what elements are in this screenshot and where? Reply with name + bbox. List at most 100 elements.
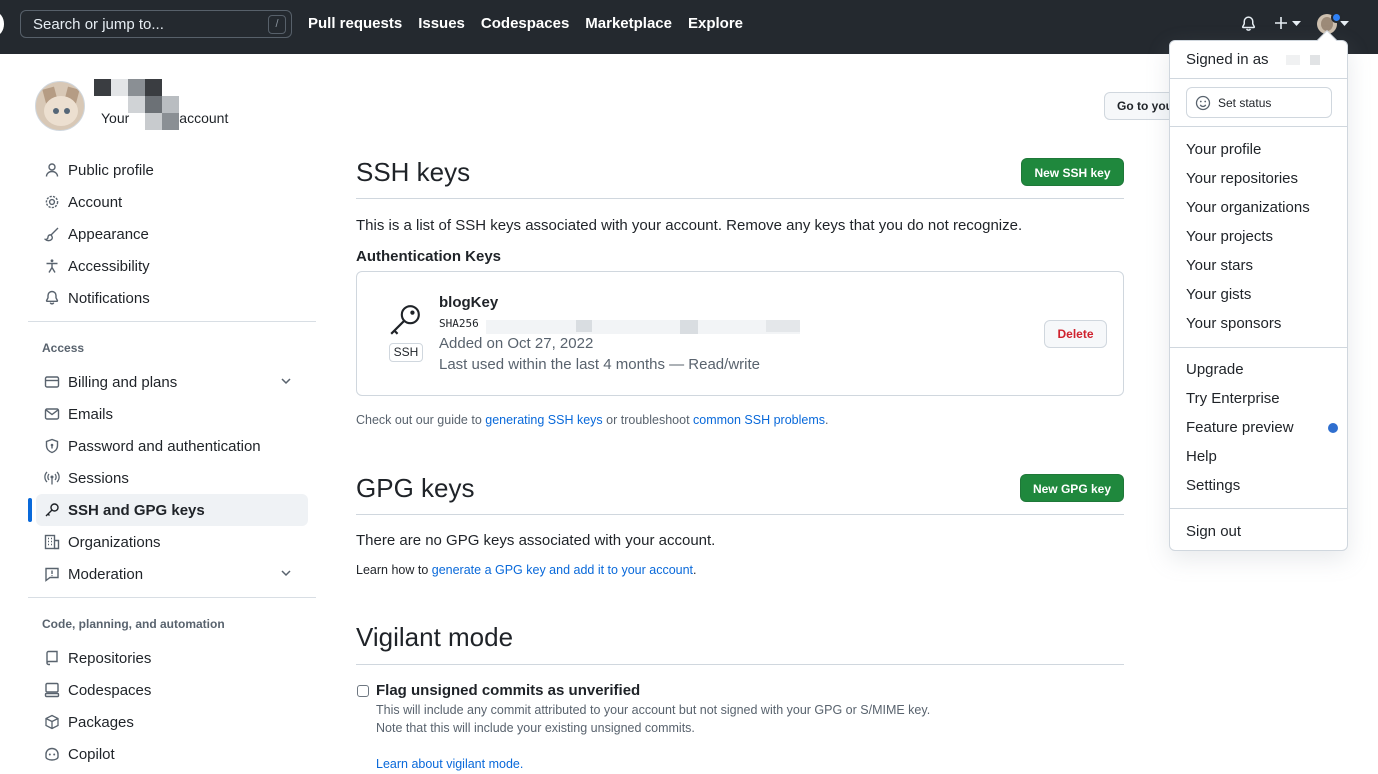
mail-icon [44,406,68,422]
sidebar-heading-access: Access [42,341,85,355]
sidebar-item-notifications[interactable]: Notifications [36,282,308,314]
generate-gpg-key-link[interactable]: generate a GPG key and add it to your ac… [432,563,693,577]
bell-icon[interactable] [1240,15,1257,33]
menu-your-stars[interactable]: Your stars [1186,257,1253,274]
sidebar-item-label: Password and authentication [68,437,261,455]
delete-ssh-key-button[interactable]: Delete [1044,320,1107,348]
sidebar-item-accessibility[interactable]: Accessibility [36,250,308,282]
menu-your-organizations[interactable]: Your organizations [1186,199,1310,216]
paintbrush-icon [44,226,68,242]
auth-keys-heading: Authentication Keys [356,248,502,265]
sidebar-item-appearance[interactable]: Appearance [36,218,308,250]
ssh-guide-post: . [825,413,829,427]
nav-marketplace[interactable]: Marketplace [585,15,672,32]
new-gpg-key-button[interactable]: New GPG key [1020,474,1124,502]
common-ssh-problems-link[interactable]: common SSH problems [693,413,825,427]
flag-unsigned-commits-label[interactable]: Flag unsigned commits as unverified [376,682,640,699]
menu-your-projects[interactable]: Your projects [1186,228,1273,245]
gpg-learn-text: Learn how to generate a GPG key and add … [356,563,697,577]
menu-sign-out[interactable]: Sign out [1186,523,1241,540]
profile-avatar[interactable] [35,81,85,131]
redacted-fingerprint [486,320,800,334]
sidebar-item-label: Emails [68,405,114,423]
ssh-guide-pre: Check out our guide to [356,413,486,427]
redacted-username [1280,53,1324,67]
ssh-key-last-used: Last used within the last 4 months — Rea… [439,356,760,373]
sidebar-divider [28,321,316,322]
github-logo-icon[interactable] [0,12,4,36]
menu-your-profile[interactable]: Your profile [1186,141,1261,158]
section-divider [356,198,1124,199]
sidebar-item-emails[interactable]: Emails [36,398,308,430]
notification-indicator [1331,12,1342,23]
sidebar-item-password-authentication[interactable]: Password and authentication [36,430,308,462]
ssh-keys-title: SSH keys [356,157,471,187]
chevron-down-icon[interactable] [1292,21,1301,27]
sidebar-item-label: SSH and GPG keys [68,501,205,519]
ssh-description: This is a list of SSH keys associated wi… [356,217,1023,234]
sidebar-item-label: Public profile [68,161,154,179]
menu-your-sponsors[interactable]: Your sponsors [1186,315,1281,332]
new-ssh-key-button[interactable]: New SSH key [1021,158,1124,186]
chevron-down-icon[interactable] [1340,21,1349,27]
ssh-guide-mid: or troubleshoot [602,413,694,427]
menu-try-enterprise[interactable]: Try Enterprise [1186,390,1280,407]
report-icon [44,566,68,582]
sidebar-item-codespaces[interactable]: Codespaces [36,674,308,706]
set-status-label: Set status [1218,95,1272,110]
profile-subtitle: Your account [101,110,228,126]
flag-unsigned-commits-checkbox[interactable] [357,685,369,697]
menu-settings[interactable]: Settings [1186,477,1240,494]
chevron-down-icon [280,375,300,387]
gpg-empty-text: There are no GPG keys associated with yo… [356,532,716,549]
sidebar-item-repositories[interactable]: Repositories [36,642,308,674]
active-item-indicator [28,498,32,522]
menu-feature-preview[interactable]: Feature preview [1186,419,1294,436]
sidebar-item-label: Codespaces [68,681,152,699]
user-menu-dropdown: Signed in as Set status Your profile You… [1169,40,1348,551]
credit-card-icon [44,374,68,390]
sidebar-item-packages[interactable]: Packages [36,706,308,738]
person-icon [44,162,68,178]
sidebar-item-label: Sessions [68,469,129,487]
sidebar-item-label: Billing and plans [68,373,178,391]
set-status-button[interactable]: Set status [1186,87,1332,118]
nav-codespaces[interactable]: Codespaces [481,15,569,32]
nav-pull-requests[interactable]: Pull requests [308,15,402,32]
menu-upgrade[interactable]: Upgrade [1186,361,1244,378]
global-nav: Pull requests Issues Codespaces Marketpl… [308,15,743,32]
sidebar-item-label: Copilot [68,745,115,763]
sidebar-item-moderation[interactable]: Moderation [36,558,308,590]
sidebar-item-ssh-gpg-keys[interactable]: SSH and GPG keys [36,494,308,526]
profile-subtitle-right: account [179,110,229,126]
ssh-guide-text: Check out our guide to generating SSH ke… [356,413,829,427]
feature-preview-indicator [1328,423,1338,433]
key-icon [44,502,68,518]
learn-vigilant-mode-link[interactable]: Learn about vigilant mode. [376,757,523,771]
redacted-fingerprint-block [576,320,592,332]
sidebar-item-label: Accessibility [68,257,150,275]
key-icon [388,303,422,337]
broadcast-icon [44,470,68,486]
menu-help[interactable]: Help [1186,448,1217,465]
organization-icon [44,534,68,550]
sidebar-item-copilot[interactable]: Copilot [36,738,308,770]
ssh-key-added-date: Added on Oct 27, 2022 [439,335,594,352]
sidebar-item-label: Repositories [68,649,152,667]
nav-explore[interactable]: Explore [688,15,743,32]
sidebar-item-organizations[interactable]: Organizations [36,526,308,558]
menu-your-gists[interactable]: Your gists [1186,286,1251,303]
generating-ssh-keys-link[interactable]: generating SSH keys [485,413,602,427]
search-input[interactable]: Search or jump to... / [20,10,292,38]
menu-your-repositories[interactable]: Your repositories [1186,170,1298,187]
nav-issues[interactable]: Issues [418,15,465,32]
sidebar-item-label: Appearance [68,225,149,243]
sidebar-item-account[interactable]: Account [36,186,308,218]
sidebar-item-billing[interactable]: Billing and plans [36,366,308,398]
sidebar-item-public-profile[interactable]: Public profile [36,154,308,186]
plus-icon[interactable] [1273,15,1289,31]
sidebar-item-label: Packages [68,713,134,731]
sidebar-item-label: Moderation [68,565,144,583]
sidebar-item-sessions[interactable]: Sessions [36,462,308,494]
search-placeholder: Search or jump to... [33,16,164,33]
